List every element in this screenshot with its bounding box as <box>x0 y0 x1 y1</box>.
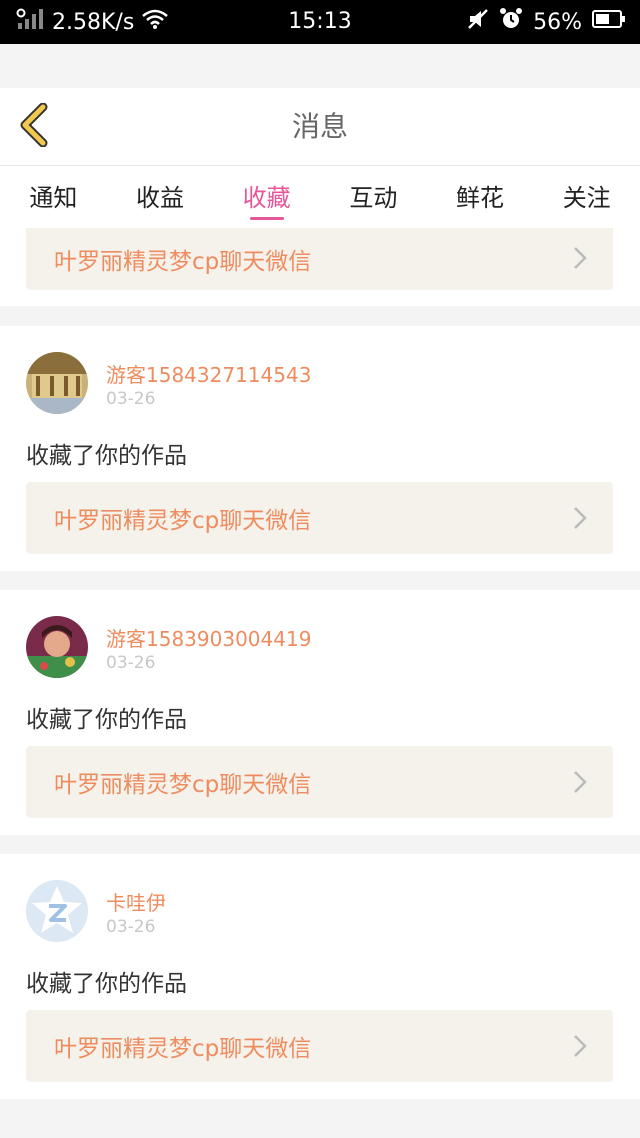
action-text: 收藏了你的作品 <box>26 443 187 469</box>
username[interactable]: 游客1583903004419 <box>106 623 311 652</box>
notification-card-partial: 叶罗丽精灵梦cp聊天微信 <box>0 228 640 306</box>
work-link[interactable]: 叶罗丽精灵梦cp聊天微信 <box>26 1010 613 1082</box>
chevron-right-icon <box>573 506 587 530</box>
top-spacer <box>0 44 640 88</box>
avatar[interactable] <box>26 352 88 414</box>
work-title: 叶罗丽精灵梦cp聊天微信 <box>54 508 312 534</box>
status-right: 56% <box>467 0 626 44</box>
tab-bar: 通知 收益 收藏 互动 鲜花 关注 <box>0 166 640 228</box>
action-text: 收藏了你的作品 <box>26 707 187 733</box>
mute-icon <box>467 8 489 36</box>
battery-icon <box>592 9 626 35</box>
date: 03-26 <box>106 653 156 673</box>
tab-follow[interactable]: 关注 <box>533 166 640 228</box>
work-title: 叶罗丽精灵梦cp聊天微信 <box>54 1036 312 1062</box>
notification-card: 游客1584327114543 03-26 收藏了你的作品 叶罗丽精灵梦cp聊天… <box>0 326 640 571</box>
work-link[interactable]: 叶罗丽精灵梦cp聊天微信 <box>26 482 613 554</box>
tab-notifications[interactable]: 通知 <box>0 166 107 228</box>
tab-earnings[interactable]: 收益 <box>107 166 214 228</box>
date: 03-26 <box>106 917 156 937</box>
avatar[interactable] <box>26 880 88 942</box>
chevron-right-icon <box>573 770 587 794</box>
tab-interactions[interactable]: 互动 <box>320 166 427 228</box>
alarm-icon <box>499 7 523 37</box>
notification-card: 卡哇伊 03-26 收藏了你的作品 叶罗丽精灵梦cp聊天微信 <box>0 854 640 1099</box>
work-link[interactable]: 叶罗丽精灵梦cp聊天微信 <box>26 228 613 290</box>
username[interactable]: 游客1584327114543 <box>106 359 311 388</box>
work-link[interactable]: 叶罗丽精灵梦cp聊天微信 <box>26 746 613 818</box>
status-bar: 2.58K/s 15:13 56% <box>0 0 640 44</box>
tab-favorites[interactable]: 收藏 <box>213 166 320 228</box>
date: 03-26 <box>106 389 156 409</box>
chevron-right-icon <box>573 1034 587 1058</box>
chevron-right-icon <box>573 246 587 270</box>
header-bar: 消息 <box>0 88 640 166</box>
tab-flowers[interactable]: 鲜花 <box>427 166 534 228</box>
page-title: 消息 <box>291 110 348 143</box>
work-title: 叶罗丽精灵梦cp聊天微信 <box>54 249 312 275</box>
notification-card: 游客1583903004419 03-26 收藏了你的作品 叶罗丽精灵梦cp聊天… <box>0 590 640 835</box>
work-title: 叶罗丽精灵梦cp聊天微信 <box>54 772 312 798</box>
avatar[interactable] <box>26 616 88 678</box>
action-text: 收藏了你的作品 <box>26 971 187 997</box>
battery-level: 56% <box>533 9 582 35</box>
username[interactable]: 卡哇伊 <box>106 887 166 916</box>
